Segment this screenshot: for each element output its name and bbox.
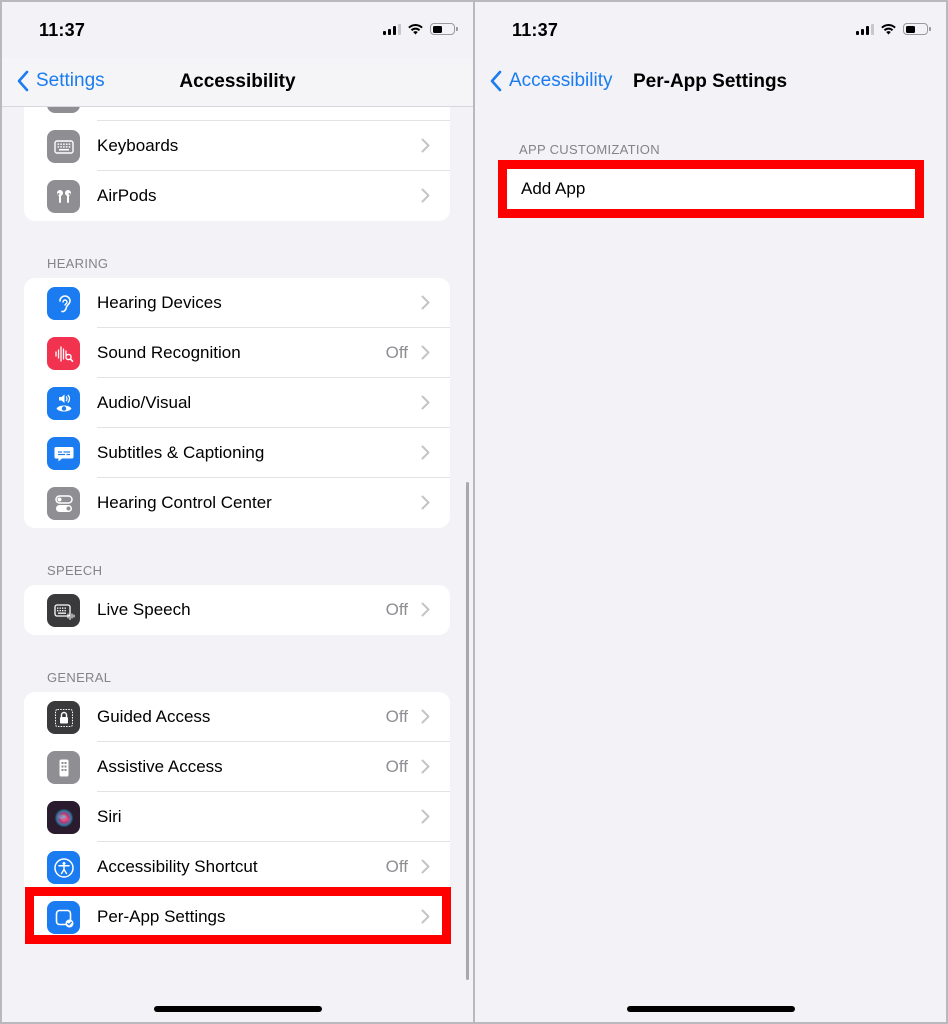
- assistive-access-icon: [47, 751, 80, 784]
- add-app-label: Add App: [521, 179, 586, 198]
- nav-bar: Accessibility Per-App Settings: [475, 58, 946, 107]
- chevron-right-icon: [421, 188, 430, 203]
- item-label: AirPods: [97, 186, 157, 205]
- item-label: Per-App Settings: [97, 907, 226, 926]
- chevron-left-icon: [490, 70, 502, 92]
- accessibility-screen: 11:37 Settings Accessibility Keyboards A…: [2, 2, 473, 1022]
- wifi-icon: [881, 24, 896, 35]
- group-general: Guided Access Off Assistive Access Off S…: [24, 692, 450, 942]
- item-value: Off: [385, 857, 408, 876]
- chevron-right-icon: [421, 759, 430, 774]
- accessibility-person-icon: [47, 851, 80, 884]
- chevron-right-icon: [421, 859, 430, 874]
- chevron-right-icon: [421, 909, 430, 924]
- item-value: Off: [385, 343, 408, 362]
- list-item-hearing-devices[interactable]: Hearing Devices: [24, 278, 450, 328]
- list-item-audio-visual[interactable]: Audio/Visual: [24, 378, 450, 428]
- keyboard-icon: [47, 130, 80, 163]
- list-item-accessibility-shortcut[interactable]: Accessibility Shortcut Off: [24, 842, 450, 892]
- section-header-general: GENERAL: [47, 670, 112, 685]
- item-label: Accessibility Shortcut: [97, 857, 258, 876]
- status-bar: 11:37: [2, 2, 473, 58]
- list-item-hearing-control-center[interactable]: Hearing Control Center: [24, 478, 450, 528]
- sound-waveform-icon: [47, 337, 80, 370]
- status-time: 11:37: [512, 20, 559, 40]
- scrollbar[interactable]: [466, 482, 469, 980]
- group-speech: Live Speech Off: [24, 585, 450, 635]
- page-title: Accessibility: [179, 71, 296, 92]
- per-app-settings-screen: 11:37 Accessibility Per-App Settings APP…: [475, 2, 946, 1022]
- group-app-customization: Add App: [499, 164, 923, 214]
- per-app-content: APP CUSTOMIZATION Add App: [475, 107, 946, 1022]
- item-value: Off: [385, 600, 408, 619]
- section-header-app-customization: APP CUSTOMIZATION: [519, 142, 660, 157]
- ear-icon: [47, 287, 80, 320]
- list-item-subtitles-captioning[interactable]: Subtitles & Captioning: [24, 428, 450, 478]
- list-item-guided-access[interactable]: Guided Access Off: [24, 692, 450, 742]
- status-time: 11:37: [39, 20, 86, 40]
- list-item-per-app-settings[interactable]: Per-App Settings: [24, 892, 450, 942]
- status-icons: [856, 23, 931, 35]
- nav-bar: Settings Accessibility: [2, 58, 473, 107]
- item-label: Guided Access: [97, 707, 211, 726]
- chevron-right-icon: [421, 709, 430, 724]
- item-label: Keyboards: [97, 136, 179, 155]
- keyboard-waveform-icon: [47, 594, 80, 627]
- item-label: Subtitles & Captioning: [97, 443, 265, 462]
- airpods-icon: [47, 180, 80, 213]
- chevron-right-icon: [421, 395, 430, 410]
- item-label: Audio/Visual: [97, 393, 192, 412]
- item-label: Live Speech: [97, 600, 191, 619]
- item-label: Sound Recognition: [97, 343, 241, 362]
- toggles-icon: [47, 487, 80, 520]
- item-value: Off: [385, 707, 408, 726]
- battery-icon: [903, 23, 931, 35]
- back-button[interactable]: Accessibility: [489, 70, 612, 92]
- page-title: Per-App Settings: [633, 71, 788, 92]
- chevron-right-icon: [421, 138, 430, 153]
- home-indicator[interactable]: [153, 1006, 322, 1012]
- chevron-right-icon: [421, 809, 430, 824]
- list-item-keyboards[interactable]: Keyboards: [24, 121, 450, 171]
- app-checkmark-icon: [47, 901, 80, 934]
- list-item-live-speech[interactable]: Live Speech Off: [24, 585, 450, 635]
- status-icons: [383, 23, 458, 35]
- item-label: Assistive Access: [97, 757, 223, 776]
- list-item-assistive-access[interactable]: Assistive Access Off: [24, 742, 450, 792]
- chevron-right-icon: [421, 445, 430, 460]
- back-label: Accessibility: [509, 70, 613, 91]
- siri-icon: [47, 801, 80, 834]
- section-header-speech: SPEECH: [47, 563, 103, 578]
- list-item-sound-recognition[interactable]: Sound Recognition Off: [24, 328, 450, 378]
- settings-list: Keyboards AirPods HEARING Hearing Device…: [2, 71, 473, 1022]
- chevron-right-icon: [421, 345, 430, 360]
- item-label: Hearing Control Center: [97, 493, 272, 512]
- lock-dashed-icon: [47, 701, 80, 734]
- section-header-hearing: HEARING: [47, 256, 109, 271]
- home-indicator[interactable]: [626, 1006, 795, 1012]
- item-value: Off: [385, 757, 408, 776]
- add-app-button[interactable]: Add App: [499, 164, 923, 214]
- cellular-signal-icon: [856, 23, 874, 35]
- battery-icon: [430, 23, 458, 35]
- item-label: Hearing Devices: [97, 293, 222, 312]
- status-bar: 11:37: [475, 2, 946, 58]
- cellular-signal-icon: [383, 23, 401, 35]
- captions-bubble-icon: [47, 437, 80, 470]
- item-label: Siri: [97, 807, 122, 826]
- wifi-icon: [408, 24, 423, 35]
- chevron-right-icon: [421, 495, 430, 510]
- chevron-right-icon: [421, 295, 430, 310]
- list-item-airpods[interactable]: AirPods: [24, 171, 450, 221]
- chevron-right-icon: [421, 602, 430, 617]
- speaker-eye-icon: [47, 387, 80, 420]
- list-item-siri[interactable]: Siri: [24, 792, 450, 842]
- group-hearing: Hearing Devices Sound Recognition Off Au…: [24, 278, 450, 528]
